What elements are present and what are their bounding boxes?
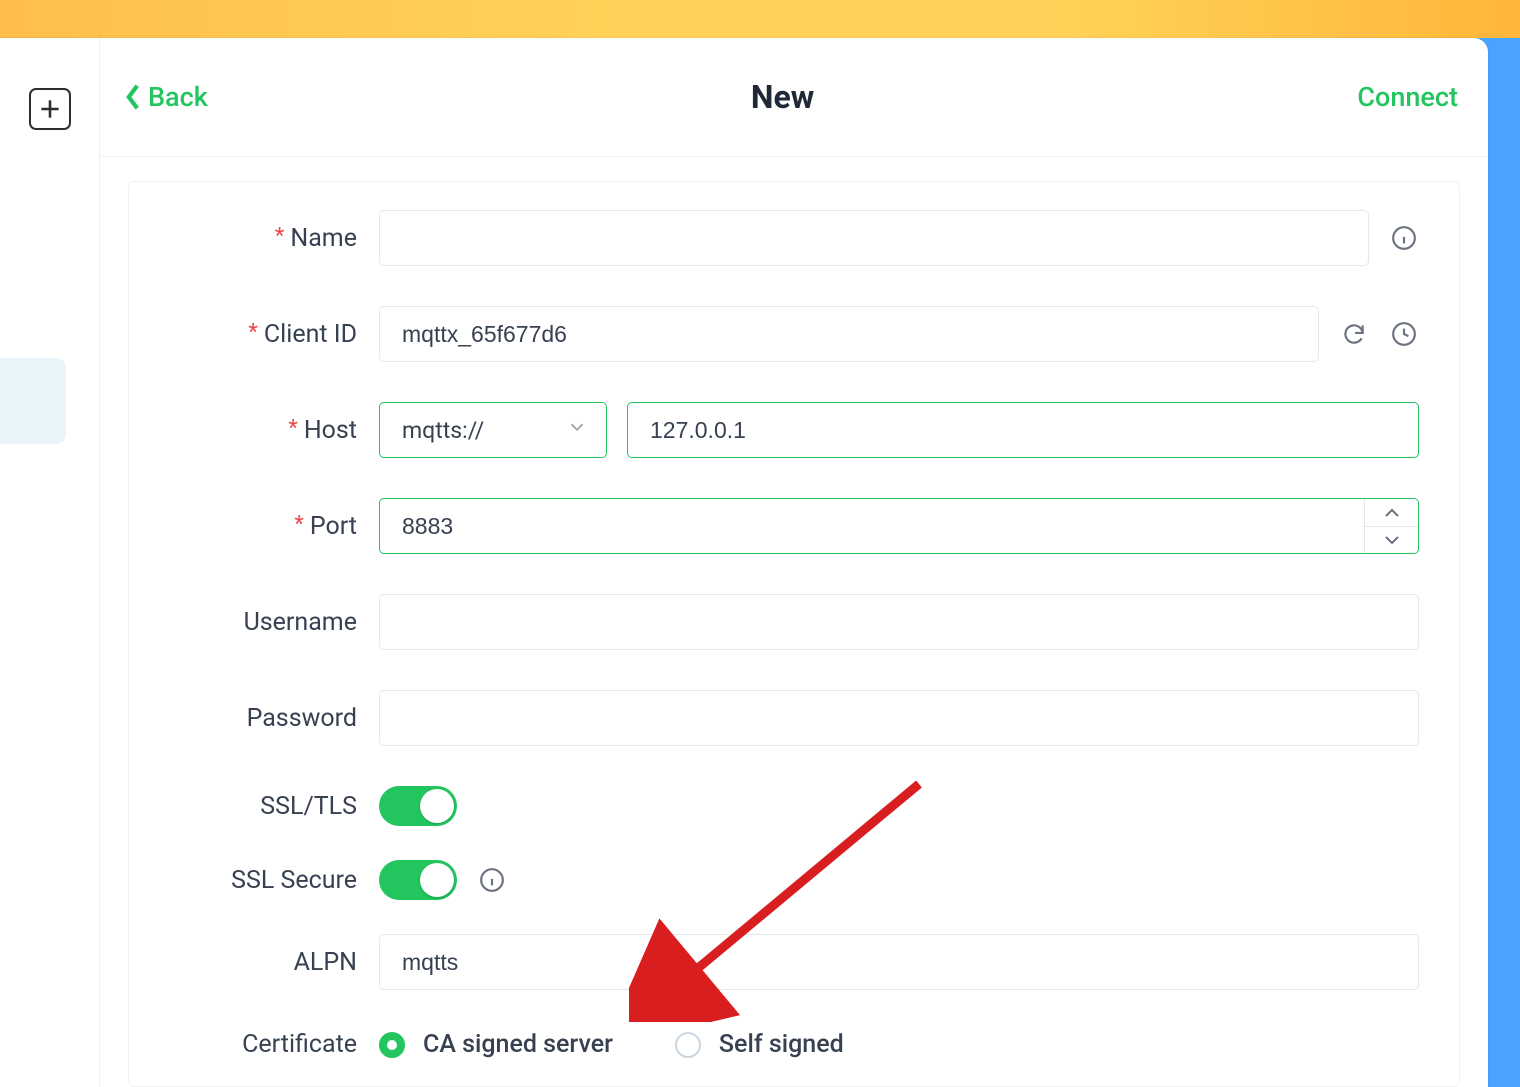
port-number-wrap <box>379 498 1419 554</box>
desktop-background: Back New Connect *Name <box>0 0 1520 1087</box>
port-step-down[interactable] <box>1365 527 1418 554</box>
row-password: Password <box>169 690 1419 746</box>
password-input[interactable] <box>379 690 1419 746</box>
label-ssl-tls: SSL/TLS <box>169 792 379 821</box>
label-password: Password <box>169 704 379 733</box>
row-name: *Name <box>169 210 1419 266</box>
row-port: *Port <box>169 498 1419 554</box>
host-scheme-select[interactable]: mqtts:// <box>379 402 607 458</box>
client-id-refresh-button[interactable] <box>1339 319 1369 349</box>
label-host: *Host <box>169 416 379 445</box>
sidebar <box>0 38 100 1087</box>
header-bar: Back New Connect <box>100 38 1488 157</box>
certificate-radio-group: CA signed server Self signed <box>379 1030 844 1059</box>
label-client-id: *Client ID <box>169 320 379 349</box>
row-alpn: ALPN <box>169 934 1419 990</box>
ssl-secure-toggle[interactable] <box>379 860 457 900</box>
desktop-right-stripe <box>1488 38 1520 1087</box>
refresh-icon <box>1341 321 1367 347</box>
chevron-up-icon <box>1384 508 1400 518</box>
label-certificate: Certificate <box>169 1030 379 1059</box>
connection-form: *Name *Client ID <box>128 181 1460 1087</box>
username-input[interactable] <box>379 594 1419 650</box>
info-circle-icon <box>1391 225 1417 251</box>
row-username: Username <box>169 594 1419 650</box>
label-ssl-secure: SSL Secure <box>169 866 379 895</box>
radio-dot-icon <box>675 1032 701 1058</box>
row-ssl-secure: SSL Secure <box>169 860 1419 900</box>
port-stepper <box>1364 499 1418 553</box>
back-button[interactable]: Back <box>124 81 208 113</box>
host-address-input[interactable] <box>627 402 1419 458</box>
label-username: Username <box>169 608 379 637</box>
port-input[interactable] <box>380 499 1364 553</box>
toggle-knob <box>420 863 454 897</box>
sidebar-active-indicator <box>0 358 66 444</box>
label-alpn: ALPN <box>169 948 379 977</box>
name-info-icon[interactable] <box>1389 223 1419 253</box>
alpn-input[interactable] <box>379 934 1419 990</box>
page-title: New <box>751 78 814 116</box>
label-port: *Port <box>169 512 379 541</box>
port-step-up[interactable] <box>1365 499 1418 527</box>
plus-icon <box>37 96 63 122</box>
connect-button[interactable]: Connect <box>1357 81 1458 113</box>
row-ssl-tls: SSL/TLS <box>169 786 1419 826</box>
client-id-input[interactable] <box>379 306 1319 362</box>
host-scheme-value: mqtts:// <box>402 417 484 444</box>
label-name: *Name <box>169 224 379 253</box>
history-icon <box>1391 321 1417 347</box>
new-connection-button[interactable] <box>29 88 71 130</box>
chevron-down-icon <box>566 416 588 444</box>
certificate-self-signed-radio[interactable]: Self signed <box>675 1030 844 1059</box>
certificate-self-signed-label: Self signed <box>719 1030 844 1059</box>
row-client-id: *Client ID <box>169 306 1419 362</box>
main-pane: Back New Connect *Name <box>100 38 1488 1087</box>
certificate-ca-signed-radio[interactable]: CA signed server <box>379 1030 613 1059</box>
required-mark: * <box>294 512 303 537</box>
name-input[interactable] <box>379 210 1369 266</box>
required-mark: * <box>288 416 297 441</box>
required-mark: * <box>275 224 284 249</box>
certificate-ca-signed-label: CA signed server <box>423 1030 613 1059</box>
back-label: Back <box>148 81 208 113</box>
client-id-history-button[interactable] <box>1389 319 1419 349</box>
app-window: Back New Connect *Name <box>0 38 1488 1087</box>
chevron-down-icon <box>1384 535 1400 545</box>
info-circle-icon <box>479 867 505 893</box>
toggle-knob <box>420 789 454 823</box>
row-host: *Host mqtts:// <box>169 402 1419 458</box>
desktop-topstripe <box>0 0 1520 38</box>
row-certificate: Certificate CA signed server Self signed <box>169 1030 1419 1059</box>
chevron-left-icon <box>124 83 142 111</box>
radio-dot-icon <box>379 1032 405 1058</box>
ssl-secure-info-icon[interactable] <box>477 865 507 895</box>
required-mark: * <box>248 320 257 345</box>
ssl-tls-toggle[interactable] <box>379 786 457 826</box>
